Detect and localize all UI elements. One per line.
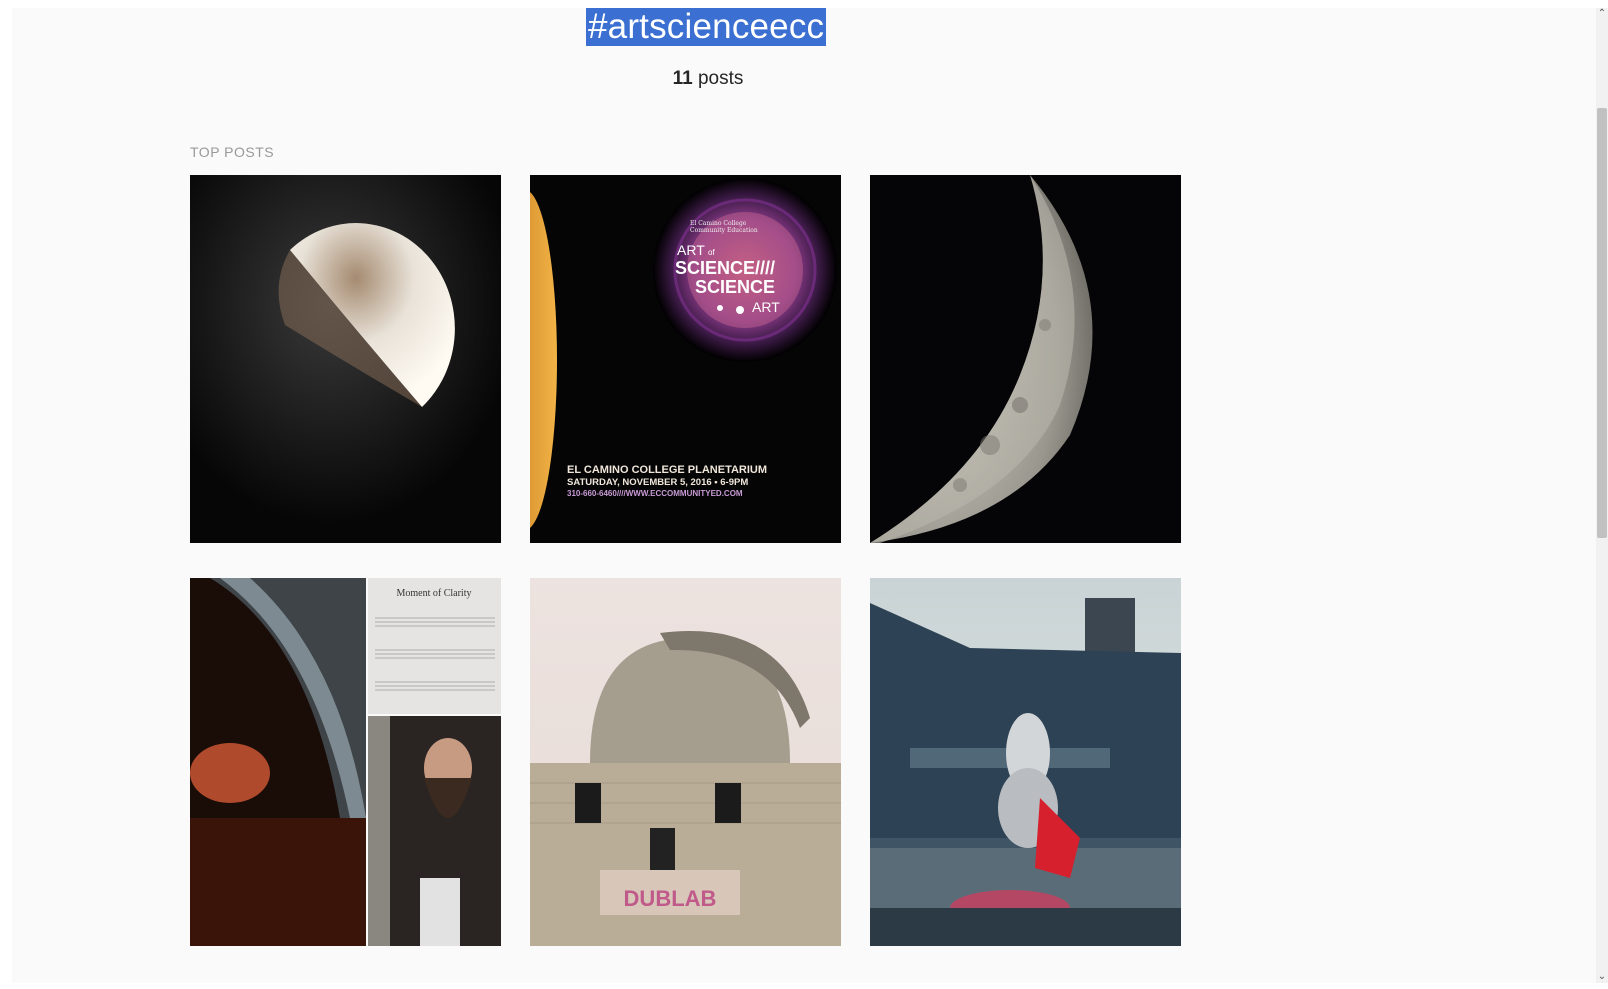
post-tile-3[interactable] [870, 175, 1181, 543]
post-tile-1[interactable] [190, 175, 501, 543]
poster-line-2: SATURDAY, NOVEMBER 5, 2016 • 6-9PM [567, 477, 748, 488]
post-count-label: posts [697, 68, 744, 89]
moon-photo-icon [190, 175, 501, 543]
hashtag-title: #artscienceecc [586, 7, 827, 46]
poster-line-3: 310-660-6460////WWW.ECCOMMUNITYED.COM [567, 489, 743, 498]
poster-line-1: EL CAMINO COLLEGE PLANETARIUM [567, 464, 767, 476]
scroll-down-arrow-icon[interactable]: ⌄ [1596, 971, 1608, 983]
poster-science-1: SCIENCE//// [675, 258, 775, 278]
poster-org-line1: El Camino College [690, 220, 747, 227]
poster-art-1: ART [677, 242, 705, 258]
collage-photo-icon: Moment of Clarity [190, 578, 501, 946]
window-edge-bottom [0, 983, 1608, 989]
window-edge-left [0, 0, 12, 989]
moon-closeup-photo-icon [870, 175, 1181, 543]
vertical-scrollbar[interactable] [1596, 8, 1608, 983]
hashtag-header: #artscienceecc [586, 7, 827, 46]
sheet-title: Moment of Clarity [397, 588, 472, 599]
scrollbar-thumb[interactable] [1597, 108, 1607, 538]
post-tile-2[interactable]: El Camino College Community Education AR… [530, 175, 841, 543]
post-count: 11 posts [12, 68, 1404, 90]
observatory-photo-icon: DUBLAB [530, 578, 841, 946]
post-tile-6[interactable] [870, 578, 1181, 946]
scroll-up-arrow-icon[interactable]: ⌃ [1596, 8, 1608, 20]
post-tile-5[interactable]: DUBLAB [530, 578, 841, 946]
poster-of: of [708, 248, 715, 257]
poster-science-2: SCIENCE [695, 277, 775, 297]
event-poster-icon: El Camino College Community Education AR… [530, 175, 841, 543]
dublab-banner: DUBLAB [624, 886, 717, 911]
hashtag-page: #artscienceecc 11 posts TOP POSTS El Cam… [12, 8, 1596, 983]
poster-art-2: ART [752, 299, 780, 315]
top-posts-heading: TOP POSTS [190, 144, 275, 160]
rooftop-photo-icon [870, 578, 1181, 946]
post-tile-4[interactable]: Moment of Clarity [190, 578, 501, 946]
post-count-number: 11 [672, 68, 693, 89]
poster-org-line2: Community Education [690, 227, 758, 234]
